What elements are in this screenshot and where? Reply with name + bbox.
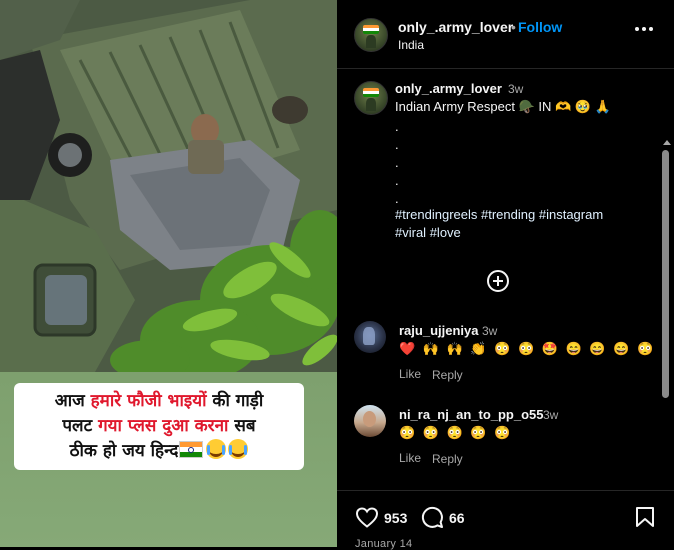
hashtag-link[interactable]: #trending bbox=[481, 207, 535, 222]
bookmark-icon[interactable] bbox=[635, 506, 655, 528]
video-caption-line: ठीक हो जय हिन्द bbox=[20, 439, 298, 464]
caption-dot: . bbox=[395, 191, 399, 206]
comment-text: ❤️ 🙌 🙌 👏 😳 😳 🤩 😄 😄 😄 😳 bbox=[399, 341, 656, 356]
post-actions-bar: 953 66 January 14 bbox=[337, 490, 674, 550]
caption-text: Indian Army Respect 🪖 IN 🫶 🥹 🙏 bbox=[395, 99, 611, 114]
video-caption-line: आज हमारे फौजी भाइयों की गाड़ी bbox=[54, 391, 264, 411]
hashtag-link[interactable]: #viral bbox=[395, 225, 426, 240]
author-avatar[interactable] bbox=[354, 18, 388, 52]
load-more-comments-icon[interactable] bbox=[487, 270, 509, 292]
comment-like-button[interactable]: Like bbox=[399, 451, 421, 465]
caption-hashtags: #trendingreels #trending #instagram #vir… bbox=[395, 206, 635, 242]
caption-dot: . bbox=[395, 119, 399, 134]
video-frame bbox=[0, 0, 337, 372]
caption-timestamp: 3w bbox=[508, 82, 524, 96]
comment-icon[interactable] bbox=[420, 505, 444, 529]
comments-section[interactable]: only_.army_lover 3w Indian Army Respect … bbox=[337, 69, 674, 490]
comment-username[interactable]: raju_ujjeniya bbox=[399, 323, 478, 338]
hashtag-link[interactable]: #instagram bbox=[539, 207, 603, 222]
like-count[interactable]: 953 bbox=[384, 510, 407, 526]
heart-icon[interactable] bbox=[355, 506, 379, 528]
comment-like-button[interactable]: Like bbox=[399, 367, 421, 381]
caption-dot: . bbox=[395, 155, 399, 170]
video-caption-line: पलट गया प्लस दुआ करना सब bbox=[62, 416, 256, 436]
caption-avatar[interactable] bbox=[354, 81, 388, 115]
scroll-up-arrow-icon[interactable] bbox=[663, 140, 671, 145]
hashtag-link[interactable]: #love bbox=[430, 225, 461, 240]
comment-timestamp: 3w bbox=[482, 324, 498, 338]
caption-dot: . bbox=[395, 137, 399, 152]
comment-count[interactable]: 66 bbox=[449, 510, 465, 526]
caption-dot: . bbox=[395, 173, 399, 188]
comment-reply-button[interactable]: Reply bbox=[432, 452, 463, 466]
crying-face-icon bbox=[206, 439, 227, 459]
india-flag-icon bbox=[179, 441, 204, 458]
commenter-avatar[interactable] bbox=[354, 405, 386, 437]
hashtag-link[interactable]: #trendingreels bbox=[395, 207, 477, 222]
post-side-panel: only_.army_lover • Follow India only_.ar… bbox=[337, 0, 674, 550]
post-location[interactable]: India bbox=[398, 38, 424, 52]
caption-username[interactable]: only_.army_lover bbox=[395, 81, 502, 96]
comments-scrollbar[interactable] bbox=[660, 138, 672, 490]
author-username[interactable]: only_.army_lover bbox=[398, 19, 513, 35]
more-options-icon[interactable] bbox=[635, 26, 653, 32]
video-caption-overlay: आज हमारे फौजी भाइयों की गाड़ी पलट गया प्… bbox=[14, 383, 304, 470]
comment-reply-button[interactable]: Reply bbox=[432, 368, 463, 382]
comment-username[interactable]: ni_ra_nj_an_to_pp_o55 bbox=[399, 407, 544, 422]
crying-face-icon bbox=[228, 439, 249, 459]
comment-timestamp: 3w bbox=[543, 408, 559, 422]
scrollbar-thumb[interactable] bbox=[662, 150, 669, 398]
post-date: January 14 bbox=[355, 538, 413, 550]
follow-button[interactable]: Follow bbox=[518, 19, 562, 35]
commenter-avatar[interactable] bbox=[354, 321, 386, 353]
separator-dot: • bbox=[511, 19, 516, 35]
post-header: only_.army_lover • Follow India bbox=[337, 0, 674, 69]
post-media[interactable]: आज हमारे फौजी भाइयों की गाड़ी पलट गया प्… bbox=[0, 0, 337, 547]
comment-text: 😳 😳 😳 😳 😳 bbox=[399, 425, 513, 440]
